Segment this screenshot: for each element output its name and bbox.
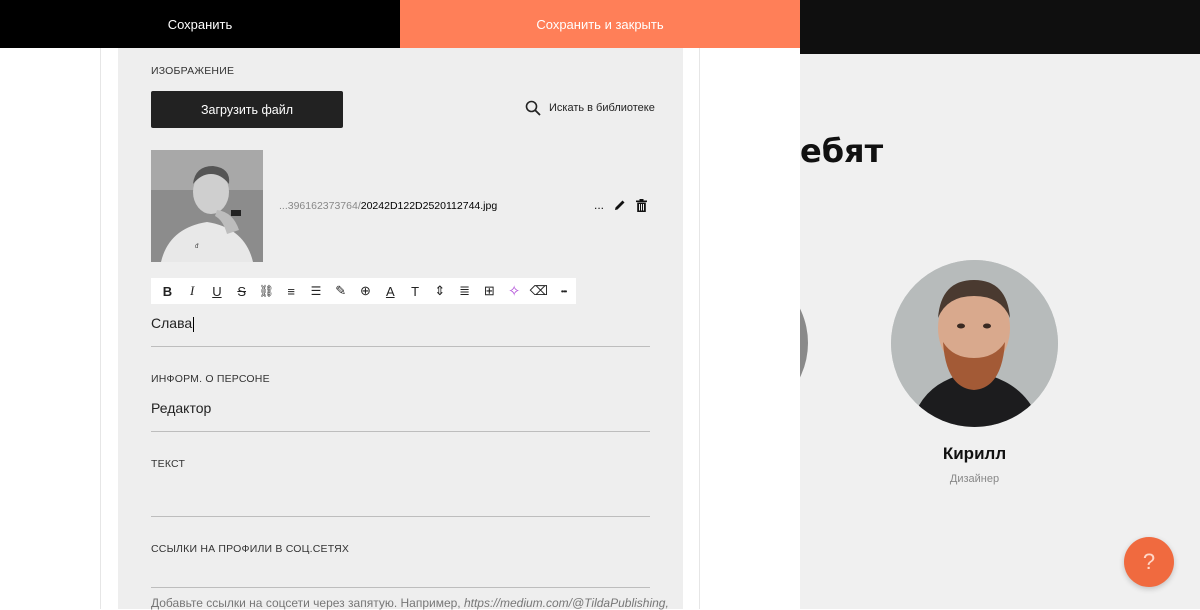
file-actions: ... [594, 198, 648, 212]
font-color-icon[interactable]: A [378, 278, 403, 304]
team-member-avatar [891, 260, 1058, 427]
team-member-role: Дизайнер [949, 473, 1000, 485]
line-height-icon[interactable]: ⇕ [427, 278, 452, 304]
info-input[interactable]: Редактор [151, 400, 211, 416]
book-icon[interactable]: ⊞ [477, 278, 502, 304]
pencil-icon[interactable] [614, 199, 626, 211]
more-options-button[interactable]: ... [594, 198, 604, 212]
social-links-input[interactable] [151, 563, 650, 585]
text-input[interactable] [151, 485, 650, 513]
field-underline [151, 346, 650, 347]
hint-example: https://medium.com/@TildaPublishing, [463, 596, 669, 610]
thumbnail-photo: ᵭ [151, 150, 263, 262]
upload-file-button[interactable]: Загрузить файл [151, 91, 343, 128]
team-avatar-partial [800, 260, 808, 426]
bullet-list-icon[interactable]: ☰ [304, 278, 329, 304]
question-icon: ? [1142, 549, 1156, 574]
bold-icon[interactable]: B [155, 278, 180, 304]
site-preview: ебят Кирилл Дизайнер ? [800, 0, 1200, 609]
rich-text-toolbar: B I U S ⛓ ≡ ☰ ✎ ⊕ A T ⇕ ≣ ⊞ ✧ ⌫ ••• [151, 278, 576, 304]
globe-icon[interactable]: ⊕ [353, 278, 378, 304]
align-icon[interactable]: ≣ [452, 278, 477, 304]
search-library-link[interactable]: Искать в библиотеке [525, 100, 655, 116]
image-thumbnail[interactable]: ᵭ [151, 150, 263, 262]
eraser-icon[interactable]: ⌫ [526, 278, 551, 304]
hint-text: Добавьте ссылки на соцсети через запятую… [151, 596, 464, 610]
search-icon [525, 100, 541, 116]
save-button[interactable]: Сохранить [0, 0, 400, 48]
avatar-photo [891, 260, 1058, 427]
underline-icon[interactable]: U [205, 278, 230, 304]
field-underline [151, 431, 650, 432]
text-caret [193, 316, 195, 332]
social-links-label: ССЫЛКИ НА ПРОФИЛИ В СОЦ.СЕТЯХ [151, 543, 350, 555]
site-heading: ебят [800, 132, 884, 170]
trash-icon[interactable] [636, 198, 648, 212]
editor-panel: Сохранить Сохранить и закрыть ИЗОБРАЖЕНИ… [0, 0, 800, 610]
field-underline [151, 587, 650, 588]
info-label: ИНФОРМ. О ПЕРСОНЕ [151, 373, 270, 385]
ordered-list-icon[interactable]: ≡ [279, 278, 304, 304]
name-value: Слава [151, 315, 193, 331]
filename-path: ...396162373764/ [279, 200, 361, 212]
social-links-hint: Добавьте ссылки на соцсети через запятую… [151, 596, 669, 610]
name-input[interactable]: Слава [151, 315, 195, 332]
text-label: ТЕКСТ [151, 458, 186, 470]
link-icon[interactable]: ⛓ [254, 278, 279, 304]
card-edit-form: ИЗОБРАЖЕНИЕ Загрузить файл Искать в библ… [118, 48, 683, 610]
italic-icon[interactable]: I [180, 278, 205, 304]
font-size-icon[interactable]: T [403, 278, 428, 304]
save-and-close-button[interactable]: Сохранить и закрыть [400, 0, 800, 48]
field-underline [151, 516, 650, 517]
search-library-label: Искать в библиотеке [549, 102, 655, 114]
image-section-label: ИЗОБРАЖЕНИЕ [151, 65, 235, 77]
site-header [800, 0, 1200, 54]
divider [699, 48, 700, 609]
filename-base: 20242D122D2520112744.jpg [360, 200, 498, 212]
team-member-name: Кирилл [942, 444, 1007, 463]
more-icon[interactable]: ••• [551, 278, 576, 304]
image-filename: ...396162373764/20242D122D2520112744.jpg [279, 200, 497, 212]
divider [100, 48, 101, 609]
highlight-icon[interactable]: ✎ [328, 278, 353, 304]
ai-sparkle-icon[interactable]: ✧ [502, 278, 527, 304]
strikethrough-icon[interactable]: S [229, 278, 254, 304]
help-button[interactable]: ? [1124, 537, 1174, 587]
